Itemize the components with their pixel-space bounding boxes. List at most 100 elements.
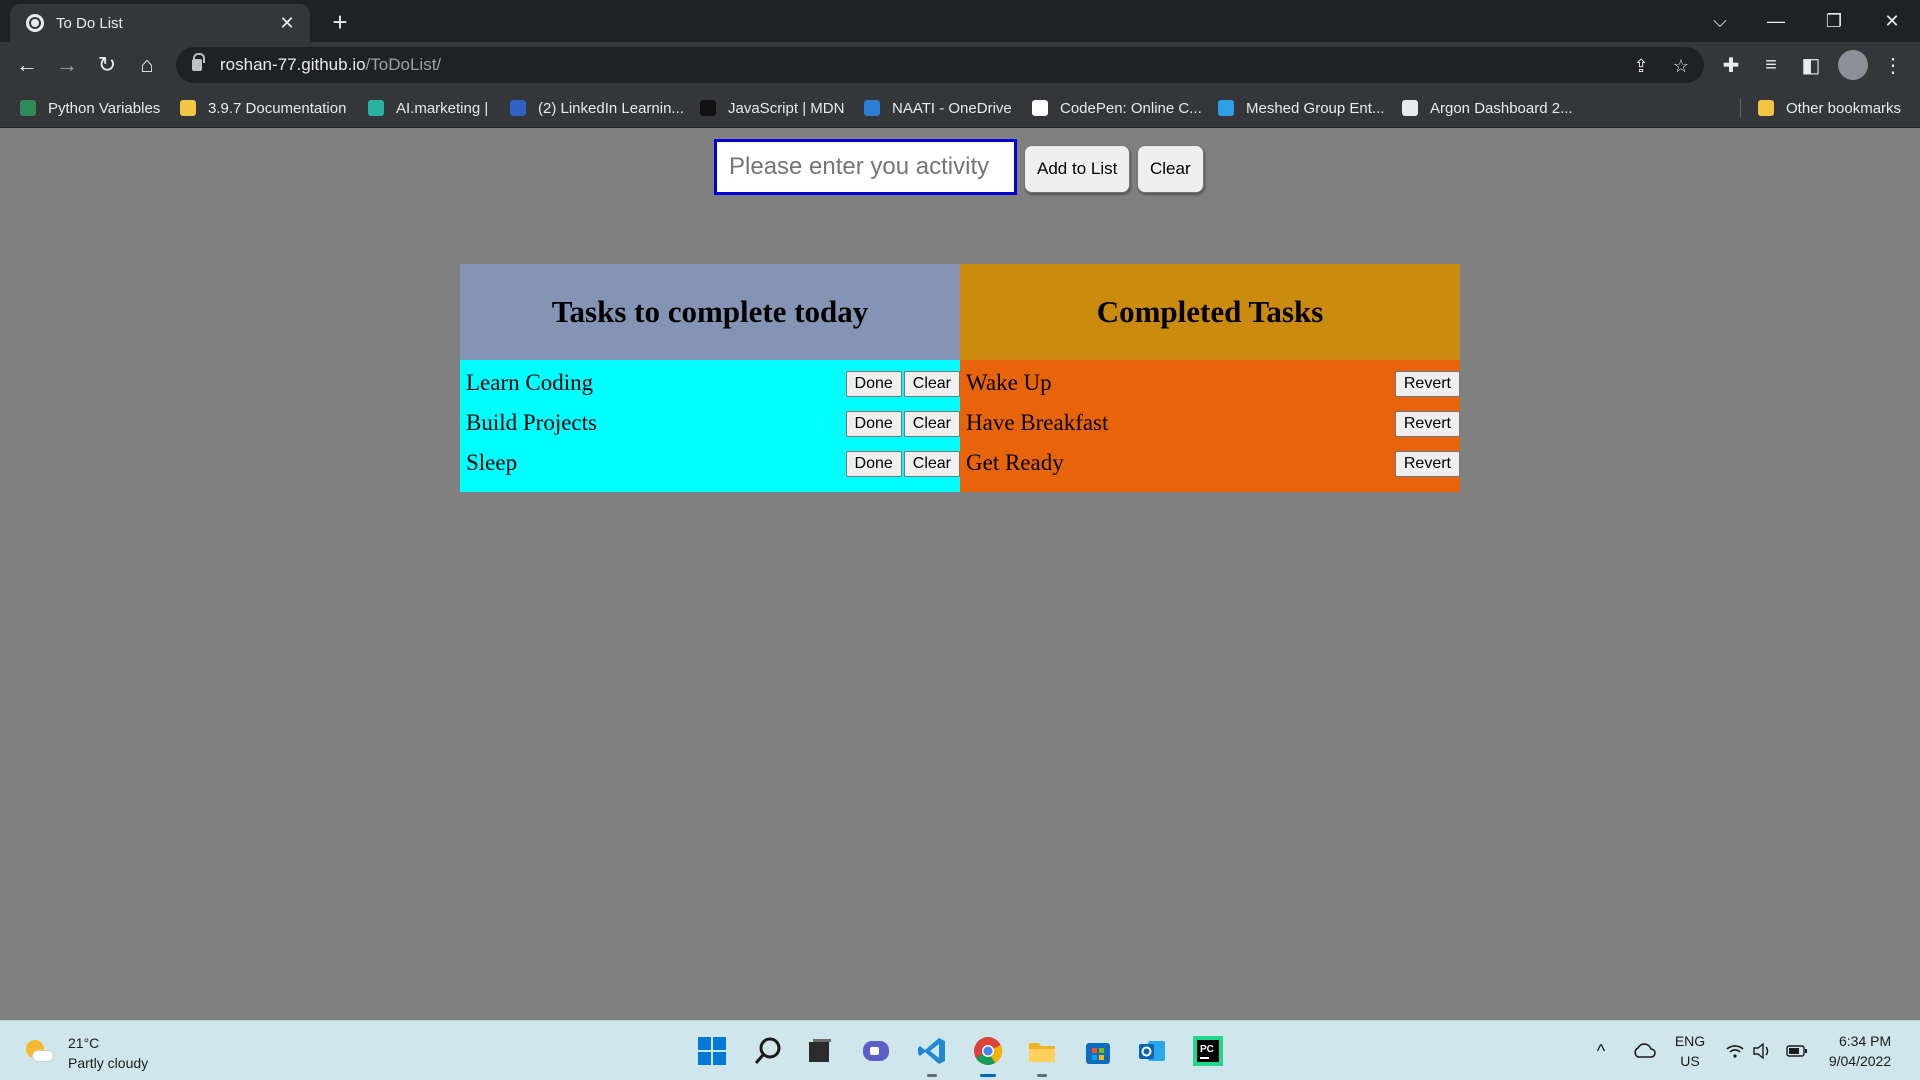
onedrive-cloud-icon[interactable] <box>1626 1021 1662 1080</box>
bookmark-label: JavaScript | MDN <box>728 99 845 117</box>
completed-list: Wake Up Revert Have Breakfast Revert Get… <box>960 360 1460 492</box>
done-button[interactable]: Done <box>845 451 902 477</box>
extensions-icon[interactable]: ✚ <box>1716 50 1746 80</box>
bookmark-label: 3.9.7 Documentation <box>208 99 347 117</box>
tab-close-icon[interactable]: ✕ <box>276 13 298 34</box>
globe-icon <box>26 14 44 32</box>
completed-row: Wake Up Revert <box>960 363 1460 403</box>
url-host: roshan-77.github.io <box>220 55 366 74</box>
clear-task-button[interactable]: Clear <box>903 451 960 477</box>
bookmarks-bar: Python Variables 3.9.7 Documentation AI.… <box>0 88 1920 128</box>
clock-date: 9/04/2022 <box>1828 1053 1892 1069</box>
bookmark-item[interactable]: NAATI - OneDrive <box>864 97 1012 119</box>
profile-avatar[interactable] <box>1838 50 1868 80</box>
address-bar[interactable]: roshan-77.github.io/ToDoList/ ⇪ ☆ <box>176 47 1704 83</box>
star-icon[interactable]: ☆ <box>1668 53 1694 79</box>
forward-button[interactable]: → <box>50 48 84 82</box>
clock[interactable]: 6:34 PM 9/04/2022 <box>1820 1021 1900 1080</box>
bookmarks-divider <box>1740 98 1741 118</box>
completed-row: Have Breakfast Revert <box>960 403 1460 443</box>
todo-column: Tasks to complete today Learn Coding Don… <box>460 264 960 492</box>
revert-button[interactable]: Revert <box>1394 451 1460 477</box>
bookmark-label: NAATI - OneDrive <box>892 99 1012 117</box>
clock-time: 6:34 PM <box>1839 1033 1892 1049</box>
bookmark-item[interactable]: Meshed Group Ent... <box>1218 97 1384 119</box>
tab-search-icon[interactable]: ⌵ <box>1692 0 1748 42</box>
completed-heading: Completed Tasks <box>960 264 1460 360</box>
bookmark-label: Meshed Group Ent... <box>1246 99 1385 117</box>
todo-row: Sleep Done Clear <box>460 443 960 483</box>
bookmark-item[interactable]: Argon Dashboard 2... <box>1402 97 1573 119</box>
weather-temp: 21°C <box>68 1035 100 1051</box>
weather-desc: Partly cloudy <box>68 1055 149 1071</box>
share-icon[interactable]: ⇪ <box>1628 53 1654 79</box>
add-to-list-button[interactable]: Add to List <box>1024 145 1131 193</box>
clear-task-button[interactable]: Clear <box>903 371 960 397</box>
activity-input[interactable] <box>714 139 1017 195</box>
ai-marketing-icon <box>368 100 384 116</box>
outlook-icon[interactable] <box>1132 1031 1172 1071</box>
todo-row: Learn Coding Done Clear <box>460 363 960 403</box>
bookmark-label: (2) LinkedIn Learnin... <box>538 99 684 117</box>
clear-input-button[interactable]: Clear <box>1137 145 1204 193</box>
bookmark-item[interactable]: 3.9.7 Documentation <box>180 97 346 119</box>
pycharm-icon[interactable]: PC <box>1188 1031 1228 1071</box>
done-button[interactable]: Done <box>845 371 902 397</box>
home-button[interactable]: ⌂ <box>130 48 164 82</box>
mdn-icon <box>700 100 716 116</box>
new-tab-button[interactable]: + <box>325 8 355 38</box>
menu-icon[interactable]: ⋮ <box>1878 50 1908 80</box>
todo-heading: Tasks to complete today <box>460 264 960 360</box>
completed-item-text: Wake Up <box>966 370 1052 395</box>
microsoft-store-icon[interactable] <box>1078 1031 1118 1071</box>
bookmark-item[interactable]: Python Variables <box>20 97 160 119</box>
other-bookmarks[interactable]: Other bookmarks <box>1758 97 1901 119</box>
volume-icon[interactable] <box>1750 1021 1776 1080</box>
bookmark-item[interactable]: CodePen: Online C... <box>1032 97 1202 119</box>
lock-icon[interactable] <box>192 53 205 71</box>
vscode-icon[interactable] <box>912 1031 952 1077</box>
meshed-group-icon <box>1218 100 1234 116</box>
media-control-icon[interactable]: ≡ <box>1756 50 1786 80</box>
completed-row: Get Ready Revert <box>960 443 1460 483</box>
tab-strip: To Do List ✕ + ⌵ — ❐ ✕ <box>0 0 1920 42</box>
chrome-icon[interactable] <box>968 1031 1008 1077</box>
search-icon[interactable] <box>748 1031 788 1071</box>
back-button[interactable]: ← <box>10 48 44 82</box>
revert-button[interactable]: Revert <box>1394 411 1460 437</box>
argon-dashboard-icon <box>1402 100 1418 116</box>
revert-button[interactable]: Revert <box>1394 371 1460 397</box>
chevron-up-icon[interactable]: ^ <box>1586 1021 1616 1080</box>
bookmark-item[interactable]: JavaScript | MDN <box>700 97 844 119</box>
keyboard-region: US <box>1680 1053 1700 1069</box>
bookmark-item[interactable]: (2) LinkedIn Learnin... <box>510 97 684 119</box>
browser-tab[interactable]: To Do List ✕ <box>10 4 310 42</box>
teams-chat-icon[interactable] <box>856 1031 896 1071</box>
file-explorer-icon[interactable] <box>1022 1031 1062 1077</box>
other-bookmarks-label: Other bookmarks <box>1786 99 1902 117</box>
language-indicator[interactable]: ENG US <box>1670 1021 1710 1080</box>
wifi-icon[interactable] <box>1722 1021 1748 1080</box>
battery-icon[interactable] <box>1782 1021 1812 1080</box>
python-icon <box>180 100 196 116</box>
minimize-button[interactable]: — <box>1748 0 1804 42</box>
weather-widget[interactable]: 21°C Partly cloudy <box>24 1033 148 1073</box>
close-window-button[interactable]: ✕ <box>1864 0 1920 42</box>
browser-toolbar: ← → ↻ ⌂ roshan-77.github.io/ToDoList/ ⇪ … <box>0 42 1920 88</box>
done-button[interactable]: Done <box>845 411 902 437</box>
start-icon[interactable] <box>692 1031 732 1071</box>
bookmark-label: Python Variables <box>48 99 161 117</box>
task-view-icon[interactable] <box>800 1031 840 1071</box>
restore-button[interactable]: ❐ <box>1806 0 1862 42</box>
side-panel-icon[interactable]: ◧ <box>1796 50 1826 80</box>
codepen-icon <box>1032 100 1048 116</box>
bookmark-item[interactable]: AI.marketing | <box>368 97 488 119</box>
bookmark-label: Argon Dashboard 2... <box>1430 99 1573 117</box>
reload-button[interactable]: ↻ <box>90 48 124 82</box>
page-content: Add to List Clear Tasks to complete toda… <box>0 128 1920 1020</box>
todo-row: Build Projects Done Clear <box>460 403 960 443</box>
completed-item-text: Get Ready <box>966 450 1064 475</box>
clear-task-button[interactable]: Clear <box>903 411 960 437</box>
language-code: ENG <box>1674 1033 1706 1049</box>
completed-column: Completed Tasks Wake Up Revert Have Brea… <box>960 264 1460 492</box>
